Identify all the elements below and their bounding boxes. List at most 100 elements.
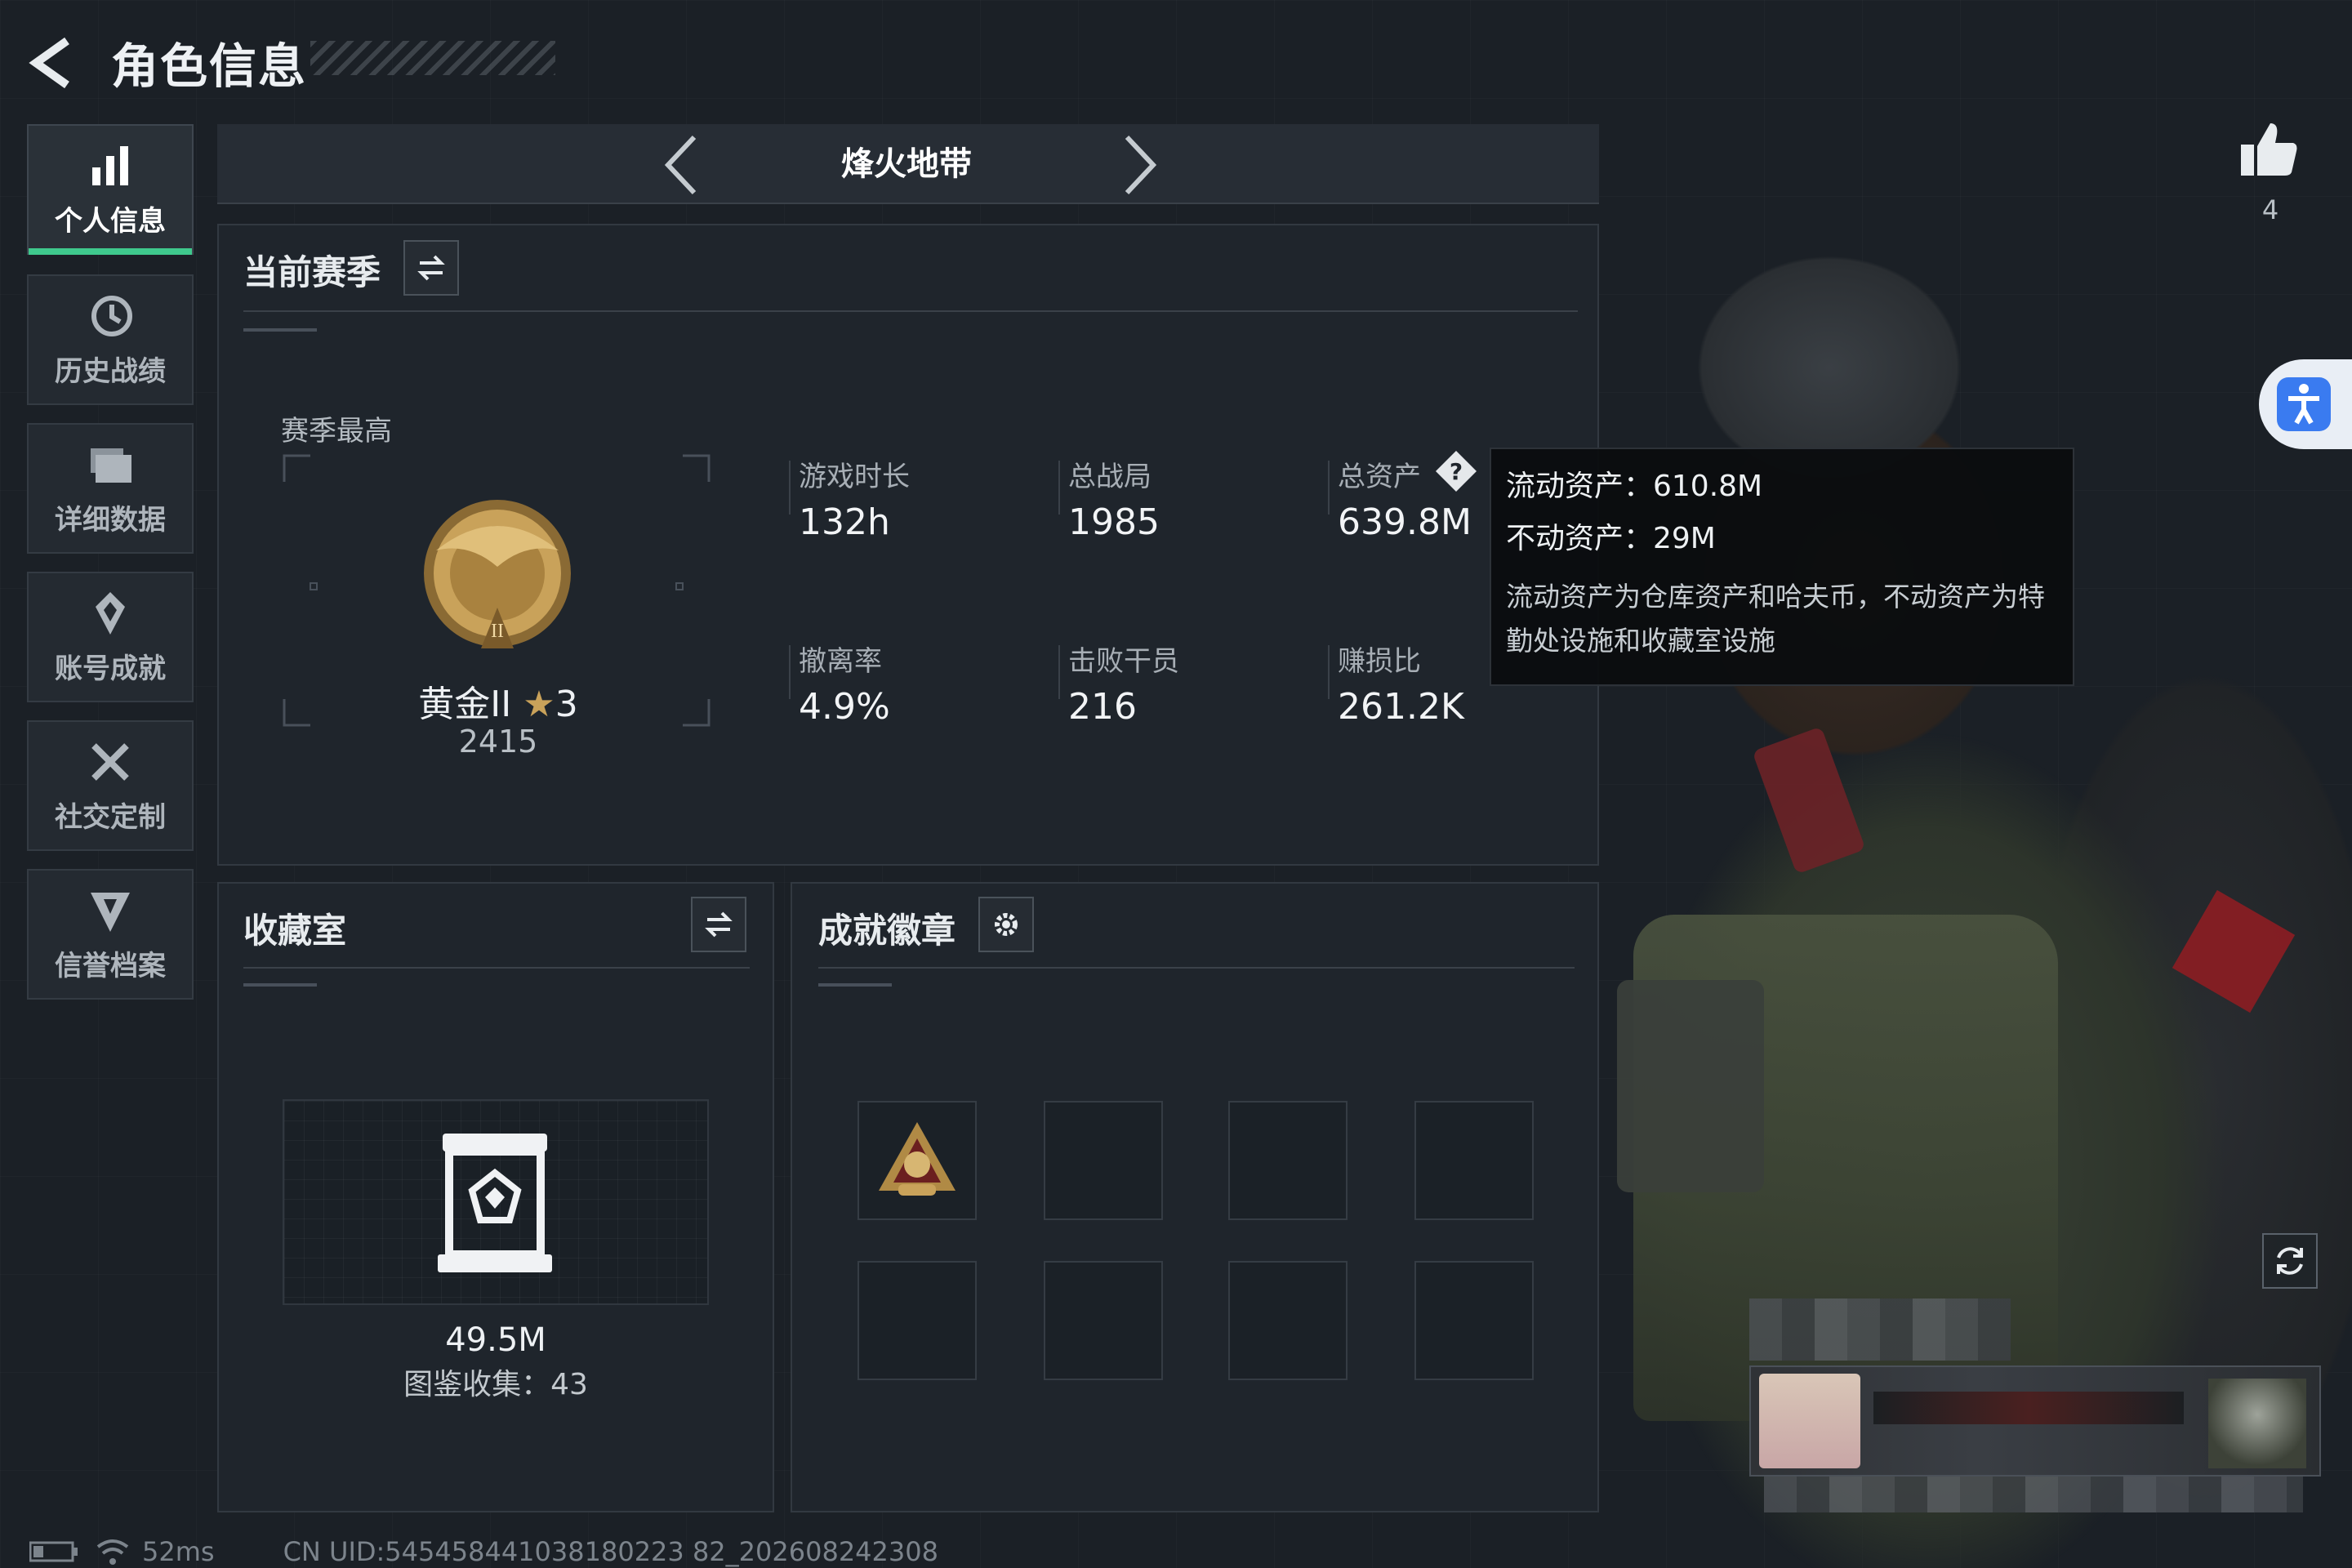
player-banner[interactable] <box>1749 1365 2321 1477</box>
stat-label: 撤离率 <box>799 645 882 678</box>
sidebar-item-label: 信誉档案 <box>55 949 166 982</box>
swap-icon <box>705 911 733 938</box>
character-pouch <box>1617 980 1764 1192</box>
stat-value: 639.8M <box>1338 501 1472 543</box>
history-clock-icon <box>91 295 132 336</box>
banner-art <box>1873 1392 2184 1424</box>
collection-room-card[interactable] <box>283 1099 709 1305</box>
decoration <box>818 983 892 987</box>
decoration <box>243 983 317 987</box>
back-arrow-icon[interactable] <box>24 34 82 91</box>
sidebar-item-history[interactable]: 历史战绩 <box>27 274 194 405</box>
season-best-label: 赛季最高 <box>281 415 392 448</box>
stat-label: 赚损比 <box>1338 645 1421 678</box>
rotate-model-button[interactable] <box>2262 1233 2318 1289</box>
status-bar: 52ms CN UID:545458441038180223 82_202608… <box>29 1535 938 1568</box>
mode-name: 烽火地带 <box>841 145 972 183</box>
rank-name: 黄金II <box>418 684 512 725</box>
collection-switch-button[interactable] <box>691 897 746 952</box>
shield-icon <box>91 892 130 932</box>
badges-title: 成就徽章 <box>818 911 956 951</box>
tools-icon <box>91 742 129 781</box>
sidebar-item-social[interactable]: 社交定制 <box>27 720 194 851</box>
chevron-right-icon[interactable] <box>1111 132 1168 198</box>
divider <box>818 967 1575 969</box>
wifi-icon <box>96 1539 129 1565</box>
gold-rank-emblem: II <box>424 500 571 648</box>
season-switch-button[interactable] <box>403 240 459 296</box>
tooltip-description: 流动资产为仓库资产和哈夫币，不动资产为特勤处设施和收藏室设施 <box>1506 581 2045 657</box>
badge-slot-empty[interactable] <box>1414 1101 1534 1220</box>
achievement-badge-icon <box>879 1122 956 1196</box>
collection-catalog: 图鉴收集：43 <box>403 1368 588 1401</box>
title-decoration <box>310 41 555 75</box>
stat-value: 261.2K <box>1338 686 1464 728</box>
collection-value: 49.5M <box>445 1321 546 1359</box>
tooltip-liquid: 流动资产：610.8M <box>1506 470 1763 503</box>
help-icon[interactable]: ? <box>1434 449 1478 493</box>
badge-slot-empty[interactable] <box>1228 1261 1348 1380</box>
accessibility-icon <box>2277 377 2331 431</box>
thumbs-up-icon[interactable] <box>2238 118 2300 180</box>
sidebar-item-label: 社交定制 <box>55 800 166 834</box>
sidebar-item-label: 详细数据 <box>55 503 166 537</box>
sidebar-item-details[interactable]: 详细数据 <box>27 423 194 554</box>
collection-title: 收藏室 <box>243 911 347 951</box>
stat-separator <box>1328 645 1330 699</box>
svg-text:?: ? <box>1450 458 1463 485</box>
blurred-info <box>1764 1477 2303 1512</box>
user-id: CN UID:545458441038180223 82_20260824230… <box>283 1536 938 1567</box>
stat-separator <box>1328 461 1330 514</box>
banner-character <box>2208 1379 2306 1468</box>
display-case-icon <box>438 1134 552 1272</box>
star-icon: ★ <box>523 684 555 725</box>
blurred-name <box>1749 1298 2011 1361</box>
gear-icon <box>995 913 1018 936</box>
avatar <box>1759 1374 1860 1468</box>
stat-separator <box>789 645 791 699</box>
accessibility-button[interactable] <box>2259 359 2352 449</box>
stat-label: 总资产 <box>1338 461 1421 493</box>
decoration <box>243 328 317 332</box>
badge-slot-empty[interactable] <box>1044 1101 1163 1220</box>
stat-label: 游戏时长 <box>799 461 910 493</box>
rank-stars: 3 <box>555 684 578 725</box>
ping: 52ms <box>142 1536 215 1567</box>
stat-label: 总战局 <box>1068 461 1152 493</box>
stat-value: 4.9% <box>799 686 890 728</box>
asset-tooltip: 流动资产：610.8M 不动资产：29M 流动资产为仓库资产和哈夫币，不动资产为… <box>1490 448 2074 686</box>
swap-icon <box>417 255 445 281</box>
achievement-icon <box>96 591 125 635</box>
badge-slot[interactable] <box>858 1101 977 1220</box>
badge-slot-empty[interactable] <box>1044 1261 1163 1380</box>
divider <box>243 967 750 969</box>
rotate-icon <box>2277 1247 2303 1275</box>
badge-slot-empty[interactable] <box>1414 1261 1534 1380</box>
chevron-left-icon[interactable] <box>653 132 710 198</box>
stat-value: 216 <box>1068 686 1137 728</box>
bar-chart-icon <box>92 145 128 185</box>
badges-settings-button[interactable] <box>978 897 1034 952</box>
badge-slot-empty[interactable] <box>858 1261 977 1380</box>
stat-separator <box>789 461 791 514</box>
season-title: 当前赛季 <box>243 252 381 292</box>
rank-line: 黄金II ★3 <box>368 675 629 727</box>
page-title: 角色信息 <box>111 38 308 94</box>
divider <box>243 310 1578 312</box>
rank-score: 2415 <box>458 724 538 760</box>
sidebar-item-label: 历史战绩 <box>55 354 166 388</box>
stat-value: 132h <box>799 501 890 543</box>
stat-separator <box>1058 645 1060 699</box>
badge-slot-empty[interactable] <box>1228 1101 1348 1220</box>
sidebar-item-achievements[interactable]: 账号成就 <box>27 572 194 702</box>
sidebar-item-profile[interactable]: 个人信息 <box>27 124 194 255</box>
tooltip-fixed: 不动资产：29M <box>1506 522 1716 555</box>
stat-separator <box>1058 461 1060 514</box>
svg-text:II: II <box>491 621 504 642</box>
folder-icon <box>91 448 131 483</box>
sidebar-item-credit[interactable]: 信誉档案 <box>27 869 194 1000</box>
like-count: 4 <box>2261 194 2279 225</box>
stat-value: 1985 <box>1068 501 1160 543</box>
sidebar-item-label: 账号成就 <box>55 652 166 685</box>
battery-icon <box>29 1541 78 1562</box>
